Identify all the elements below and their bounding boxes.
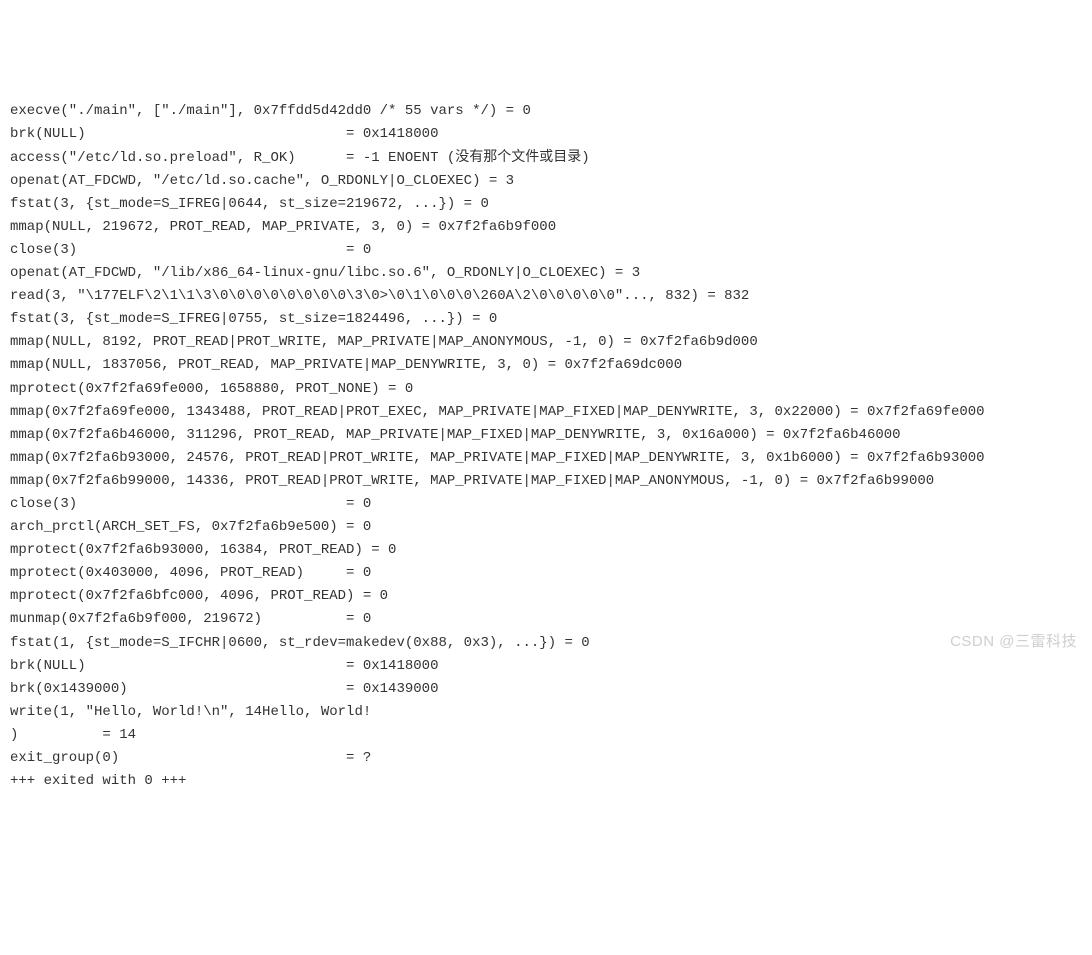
strace-line: exit_group(0) = ?: [10, 747, 1082, 770]
strace-line: mmap(NULL, 8192, PROT_READ|PROT_WRITE, M…: [10, 331, 1082, 354]
strace-line: execve("./main", ["./main"], 0x7ffdd5d42…: [10, 100, 1082, 123]
strace-line: mprotect(0x7f2fa6b93000, 16384, PROT_REA…: [10, 539, 1082, 562]
strace-line: brk(NULL) = 0x1418000: [10, 123, 1082, 146]
strace-line: mprotect(0x403000, 4096, PROT_READ) = 0: [10, 562, 1082, 585]
strace-line: fstat(3, {st_mode=S_IFREG|0755, st_size=…: [10, 308, 1082, 331]
strace-line: brk(NULL) = 0x1418000: [10, 655, 1082, 678]
strace-line: mmap(NULL, 1837056, PROT_READ, MAP_PRIVA…: [10, 354, 1082, 377]
strace-line: read(3, "\177ELF\2\1\1\3\0\0\0\0\0\0\0\0…: [10, 285, 1082, 308]
strace-line: fstat(1, {st_mode=S_IFCHR|0600, st_rdev=…: [10, 632, 1082, 655]
strace-line: mprotect(0x7f2fa6bfc000, 4096, PROT_READ…: [10, 585, 1082, 608]
strace-line: close(3) = 0: [10, 493, 1082, 516]
strace-line: mmap(0x7f2fa6b46000, 311296, PROT_READ, …: [10, 424, 1082, 447]
strace-line: mmap(0x7f2fa6b93000, 24576, PROT_READ|PR…: [10, 447, 1082, 470]
strace-line: ) = 14: [10, 724, 1082, 747]
strace-line: mmap(NULL, 219672, PROT_READ, MAP_PRIVAT…: [10, 216, 1082, 239]
strace-line: mprotect(0x7f2fa69fe000, 1658880, PROT_N…: [10, 378, 1082, 401]
strace-line: close(3) = 0: [10, 239, 1082, 262]
strace-line: arch_prctl(ARCH_SET_FS, 0x7f2fa6b9e500) …: [10, 516, 1082, 539]
strace-line: mmap(0x7f2fa69fe000, 1343488, PROT_READ|…: [10, 401, 1082, 424]
strace-line: mmap(0x7f2fa6b99000, 14336, PROT_READ|PR…: [10, 470, 1082, 493]
strace-line: brk(0x1439000) = 0x1439000: [10, 678, 1082, 701]
strace-line: openat(AT_FDCWD, "/lib/x86_64-linux-gnu/…: [10, 262, 1082, 285]
strace-line: fstat(3, {st_mode=S_IFREG|0644, st_size=…: [10, 193, 1082, 216]
strace-output: execve("./main", ["./main"], 0x7ffdd5d42…: [10, 100, 1082, 793]
strace-line: munmap(0x7f2fa6b9f000, 219672) = 0: [10, 608, 1082, 631]
watermark-text: CSDN @三雷科技: [950, 630, 1077, 655]
strace-line: write(1, "Hello, World!\n", 14Hello, Wor…: [10, 701, 1082, 724]
strace-line: access("/etc/ld.so.preload", R_OK) = -1 …: [10, 147, 1082, 170]
strace-line: openat(AT_FDCWD, "/etc/ld.so.cache", O_R…: [10, 170, 1082, 193]
strace-line: +++ exited with 0 +++: [10, 770, 1082, 793]
